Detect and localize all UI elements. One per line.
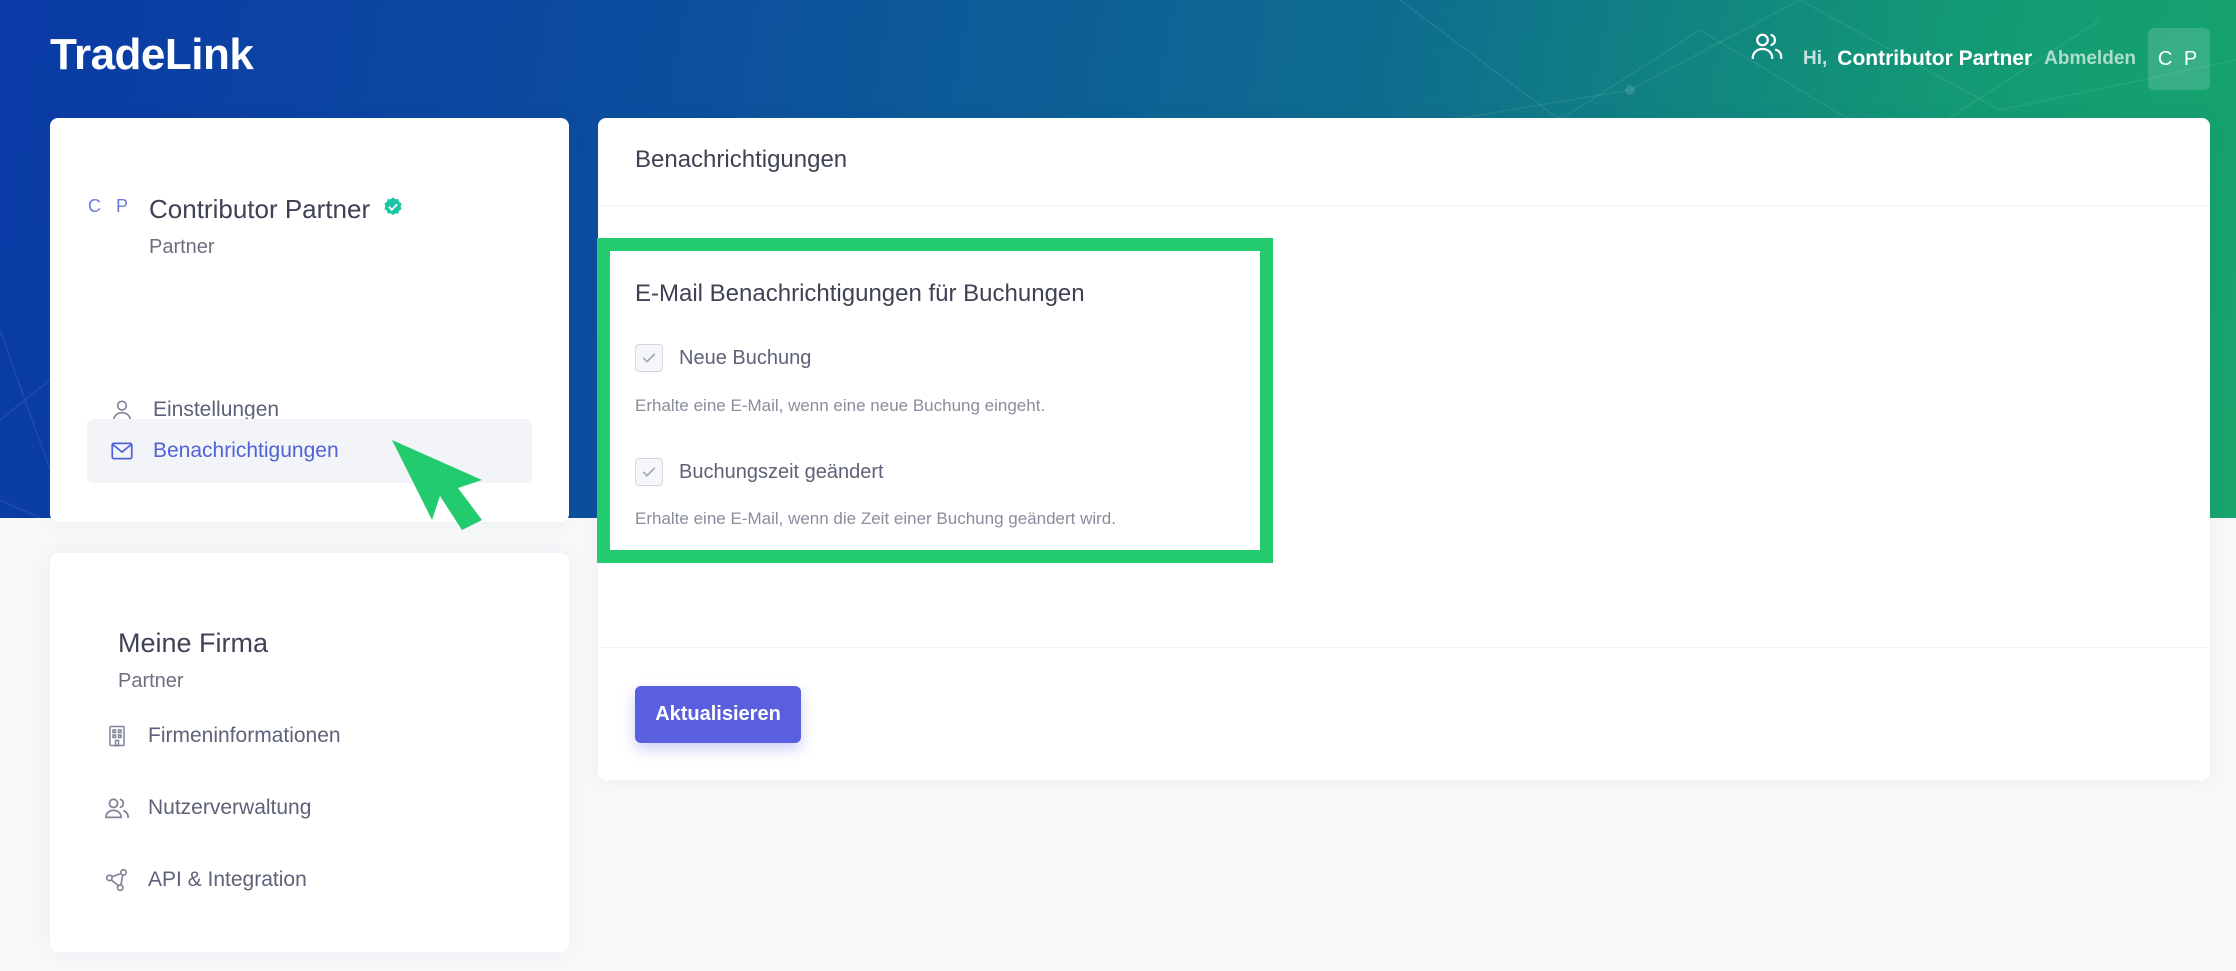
users-icon	[102, 793, 132, 823]
option-buchungszeit-geaendert[interactable]: Buchungszeit geändert	[635, 458, 884, 486]
user-name: Contributor Partner	[1837, 47, 2033, 70]
users-icon[interactable]	[1749, 33, 1785, 77]
profile-name-row: Contributor Partner	[149, 194, 404, 225]
verified-badge-icon	[382, 194, 404, 225]
brand-logo[interactable]: TradeLink	[50, 30, 254, 80]
cursor-arrow-icon	[392, 440, 482, 530]
sidebar-item-nutzerverwaltung[interactable]: Nutzerverwaltung	[102, 788, 311, 828]
sidebar-item-label: Nutzerverwaltung	[148, 796, 312, 819]
sidebar-item-api-integration[interactable]: API & Integration	[102, 860, 307, 900]
sidebar-item-firmeninformationen[interactable]: Firmeninformationen	[102, 716, 341, 756]
greeting: Hi,	[1803, 48, 1828, 69]
option-help-text: Erhalte eine E-Mail, wenn die Zeit einer…	[635, 509, 1116, 528]
company-role: Partner	[118, 670, 184, 692]
page-title: Benachrichtigungen	[635, 146, 848, 173]
option-neue-buchung[interactable]: Neue Buchung	[635, 344, 811, 372]
notifications-card: Benachrichtigungen E-Mail Benachrichtigu…	[598, 118, 2210, 780]
user-menu: Hi, Contributor Partner Abmelden C P	[1749, 28, 2210, 90]
logout-link[interactable]: Abmelden	[2044, 48, 2136, 70]
section-title: E-Mail Benachrichtigungen für Buchungen	[635, 280, 1085, 307]
card-header: Benachrichtigungen	[598, 118, 2210, 206]
building-icon	[102, 721, 132, 751]
profile-card: C P Contributor Partner Partner Einstell…	[50, 118, 569, 522]
check-icon	[642, 353, 656, 363]
divider	[598, 647, 2210, 648]
checkbox-buchungszeit-geaendert[interactable]	[635, 458, 663, 486]
company-card: Meine Firma Partner Firmeninformationen …	[50, 553, 569, 952]
sidebar-item-label: Firmeninformationen	[148, 724, 341, 747]
option-label[interactable]: Buchungszeit geändert	[679, 461, 884, 484]
share-nodes-icon	[102, 865, 132, 895]
option-help-text: Erhalte eine E-Mail, wenn eine neue Buch…	[635, 396, 1046, 415]
checkbox-neue-buchung[interactable]	[635, 344, 663, 372]
profile-name: Contributor Partner	[149, 194, 371, 224]
check-icon	[642, 467, 656, 477]
update-button[interactable]: Aktualisieren	[635, 686, 801, 743]
option-label[interactable]: Neue Buchung	[679, 347, 811, 370]
avatar[interactable]: C P	[2148, 28, 2210, 90]
company-title: Meine Firma	[118, 628, 269, 658]
mail-icon	[107, 436, 137, 466]
profile-role: Partner	[149, 236, 215, 258]
profile-avatar: C P	[88, 196, 134, 216]
sidebar-item-label: Benachrichtigungen	[153, 439, 339, 462]
sidebar-item-label: API & Integration	[148, 868, 307, 891]
